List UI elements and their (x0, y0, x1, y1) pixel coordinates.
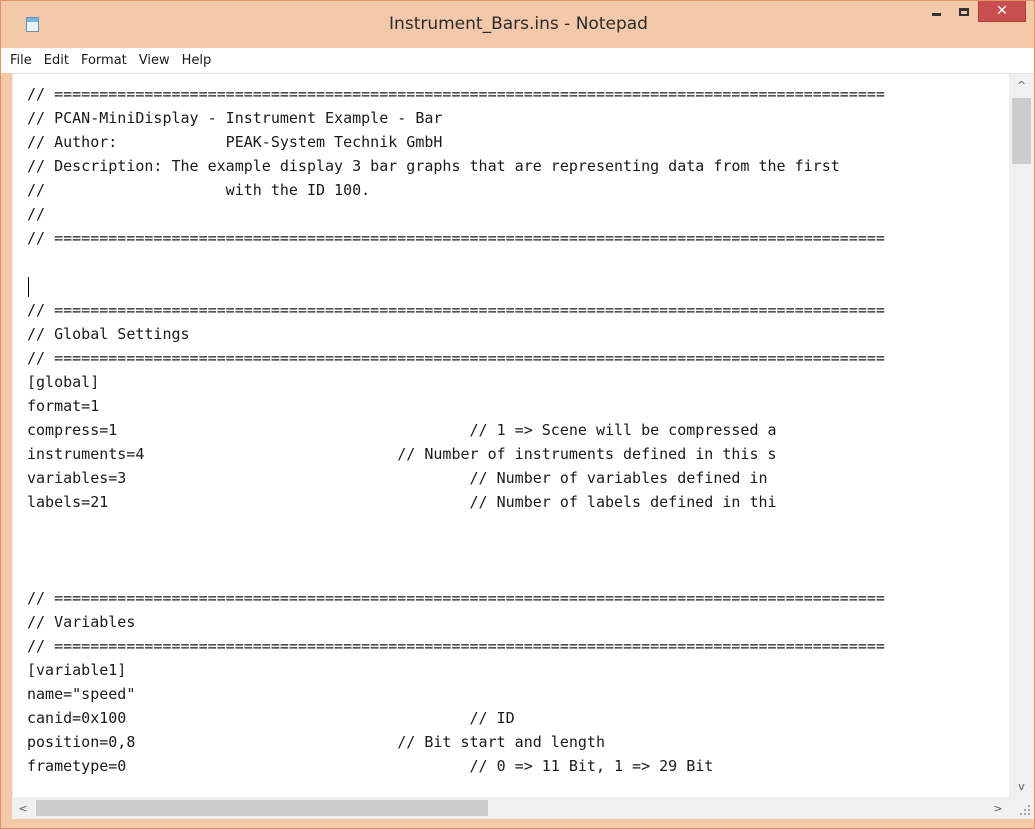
editor-line (27, 538, 885, 562)
editor-line: instruments=4 // Number of instruments d… (27, 445, 777, 463)
editor-line: // =====================================… (27, 637, 885, 655)
menu-bar: File Edit Format View Help (2, 48, 1034, 74)
editor-line (27, 250, 885, 274)
editor-line: // =====================================… (27, 301, 885, 319)
editor-line: // (27, 205, 46, 223)
close-icon: ✕ (996, 3, 1008, 19)
horizontal-scrollbar[interactable]: < > (12, 797, 1009, 819)
editor-line: variables=3 // Number of variables defin… (27, 469, 768, 487)
maximize-button[interactable] (950, 1, 977, 22)
editor-line: compress=1 // 1 => Scene will be compres… (27, 421, 777, 439)
editor-line: // PCAN-MiniDisplay - Instrument Example… (27, 109, 443, 127)
title-bar[interactable]: Instrument_Bars.ins - Notepad ✕ (1, 1, 1034, 48)
editor-line: // =====================================… (27, 229, 885, 247)
scroll-up-icon[interactable]: ^ (1009, 74, 1034, 96)
editor-line: // Global Settings (27, 325, 190, 343)
menu-help[interactable]: Help (176, 48, 218, 73)
menu-format[interactable]: Format (75, 48, 133, 73)
editor-line: format=1 (27, 397, 100, 415)
vertical-scroll-thumb[interactable] (1012, 98, 1031, 164)
resize-grip[interactable] (1009, 797, 1034, 819)
window-title-text: Instrument_Bars.ins - Notepad (389, 14, 648, 34)
editor-line: // Author: PEAK-System Technik GmbH (27, 133, 443, 151)
text-caret (28, 277, 29, 297)
scroll-left-icon[interactable]: < (12, 797, 34, 819)
editor-line: // =====================================… (27, 85, 885, 103)
maximize-icon (958, 7, 969, 16)
text-editor-area[interactable]: // =====================================… (12, 74, 1010, 797)
editor-line (27, 274, 885, 298)
size-grip-icon (1020, 805, 1030, 815)
editor-line: frametype=0 // 0 => 11 Bit, 1 => 29 Bit (27, 757, 714, 775)
notepad-window: Instrument_Bars.ins - Notepad ✕ File Edi… (0, 0, 1035, 829)
minimize-button[interactable] (923, 1, 949, 22)
menu-edit[interactable]: Edit (38, 48, 75, 73)
window-bottom-border (1, 819, 1034, 828)
editor-line: name="speed" (27, 685, 136, 703)
editor-line: // Variables (27, 613, 136, 631)
editor-line: canid=0x100 // ID (27, 709, 515, 727)
editor-line: [variable1] (27, 661, 127, 679)
horizontal-scroll-thumb[interactable] (36, 800, 488, 816)
editor-lines: // =====================================… (27, 82, 885, 778)
editor-line: // =====================================… (27, 349, 885, 367)
editor-line: // Description: The example display 3 ba… (27, 157, 840, 175)
editor-line: [global] (27, 373, 100, 391)
editor-line: position=0,8 // Bit start and length (27, 733, 605, 751)
minimize-icon (931, 13, 941, 16)
close-button[interactable]: ✕ (978, 1, 1026, 22)
editor-line (27, 514, 885, 538)
scroll-right-icon[interactable]: > (987, 797, 1009, 819)
editor-line (27, 562, 885, 586)
scroll-down-icon[interactable]: v (1009, 775, 1034, 797)
editor-line: // =====================================… (27, 589, 885, 607)
vertical-scrollbar[interactable]: ^ v (1009, 74, 1034, 797)
window-title: Instrument_Bars.ins - Notepad (1, 14, 1034, 34)
menu-view[interactable]: View (133, 48, 176, 73)
window-left-border (1, 73, 12, 819)
menu-file[interactable]: File (2, 48, 38, 73)
editor-line: // with the ID 100. (27, 181, 371, 199)
editor-line: labels=21 // Number of labels defined in… (27, 493, 777, 511)
